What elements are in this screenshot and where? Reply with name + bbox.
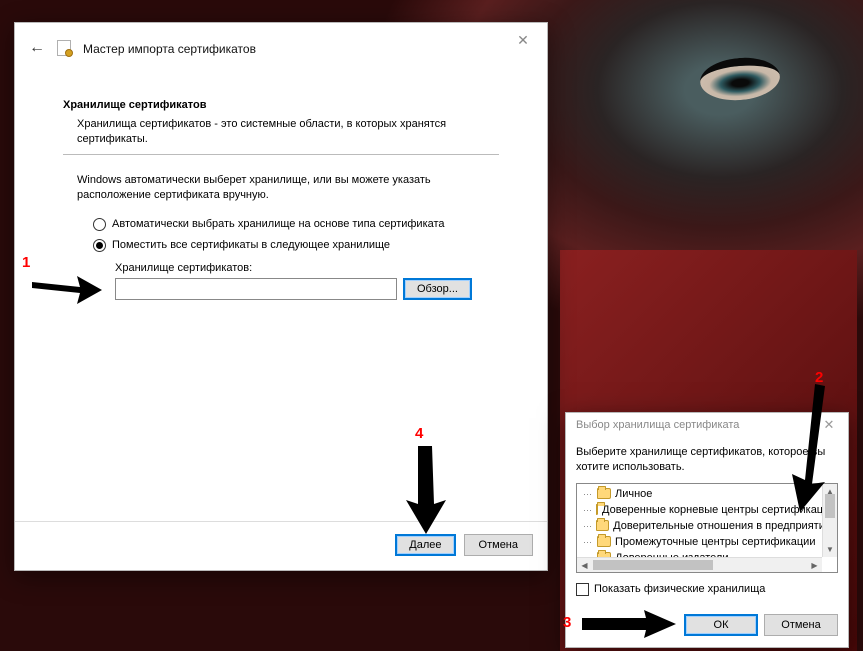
scroll-down-icon[interactable]: ▼	[823, 542, 837, 557]
tree-item-label: Доверительные отношения в предприятии	[613, 519, 831, 533]
folder-icon	[596, 504, 598, 515]
divider	[63, 154, 499, 155]
back-icon[interactable]: ←	[27, 39, 47, 59]
scroll-thumb-v[interactable]	[825, 494, 835, 518]
tree-item-label: Доверенные корневые центры сертификации	[602, 503, 835, 517]
radio-manual-row[interactable]: Поместить все сертификаты в следующее хр…	[93, 239, 499, 252]
next-button[interactable]: Далее	[395, 534, 455, 556]
tree-item[interactable]: ⋯ Промежуточные центры сертификации	[579, 534, 835, 550]
dialog-prompt: Выберите хранилище сертификатов, которое…	[576, 445, 838, 475]
tree-item[interactable]: ⋯ Доверенные корневые центры сертификации	[579, 502, 835, 518]
expand-icon[interactable]: ⋯	[583, 503, 592, 517]
store-input[interactable]	[115, 278, 397, 300]
folder-icon	[596, 520, 609, 531]
tree-item[interactable]: ⋯ Личное	[579, 486, 835, 502]
folder-icon	[597, 488, 611, 499]
show-physical-label: Показать физические хранилища	[594, 583, 765, 595]
tree-item-label: Личное	[615, 487, 652, 501]
section-desc: Хранилища сертификатов - это системные о…	[77, 117, 499, 148]
autoselect-hint: Windows aвтоматически выберет хранилище,…	[77, 173, 499, 204]
folder-icon	[597, 536, 611, 547]
ok-button[interactable]: ОК	[684, 614, 758, 636]
scroll-left-icon[interactable]: ◀	[577, 558, 592, 572]
close-icon[interactable]: ✕	[509, 29, 537, 51]
radio-manual[interactable]	[93, 239, 106, 252]
expand-icon[interactable]: ⋯	[583, 519, 592, 533]
certificate-icon	[55, 39, 75, 59]
show-physical-checkbox[interactable]	[576, 583, 589, 596]
dialog-title: Выбор хранилища сертификата	[576, 419, 739, 431]
expand-icon[interactable]: ⋯	[583, 535, 593, 549]
radio-auto[interactable]	[93, 218, 106, 231]
cancel-button[interactable]: Отмена	[764, 614, 838, 636]
store-tree[interactable]: ⋯ Личное ⋯ Доверенные корневые центры серти…	[576, 483, 838, 573]
scroll-right-icon[interactable]: ▶	[807, 558, 822, 572]
cert-import-wizard-dialog: ✕ ← Мастер импорта сертификатов Хранилищ…	[14, 22, 548, 571]
cancel-button[interactable]: Отмена	[464, 534, 533, 556]
store-label: Хранилище сертификатов:	[115, 262, 499, 274]
dialog-titlebar: Выбор хранилища сертификата ✕	[566, 413, 848, 437]
section-title: Хранилище сертификатов	[63, 99, 499, 111]
wizard-title: Мастер импорта сертификатов	[83, 42, 256, 56]
radio-auto-row[interactable]: Автоматически выбрать хранилище на основ…	[93, 218, 499, 231]
show-physical-row[interactable]: Показать физические хранилища	[576, 583, 838, 596]
wizard-header: ← Мастер импорта сертификатов	[15, 23, 547, 69]
scroll-thumb-h[interactable]	[593, 560, 713, 570]
cert-store-select-dialog: Выбор хранилища сертификата ✕ Выберите х…	[565, 412, 849, 648]
expand-icon[interactable]: ⋯	[583, 487, 593, 501]
radio-auto-label: Автоматически выбрать хранилище на основ…	[112, 218, 445, 230]
horizontal-scrollbar[interactable]: ◀ ▶	[577, 557, 822, 572]
tree-item-label: Промежуточные центры сертификации	[615, 535, 815, 549]
tree-item[interactable]: ⋯ Доверительные отношения в предприятии	[579, 518, 835, 534]
vertical-scrollbar[interactable]: ▲ ▼	[822, 484, 837, 557]
radio-manual-label: Поместить все сертификаты в следующее хр…	[112, 239, 390, 251]
close-icon[interactable]: ✕	[816, 417, 842, 433]
browse-button[interactable]: Обзор...	[403, 278, 472, 300]
